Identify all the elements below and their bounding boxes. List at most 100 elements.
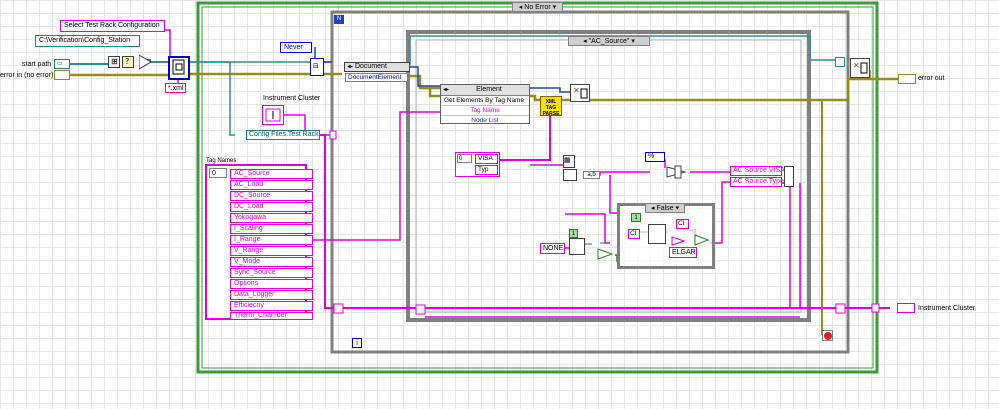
build-path-icon: ⊞ xyxy=(111,57,118,66)
element-node-title: Element xyxy=(476,86,502,93)
load-xml-node[interactable]: ⊟ xyxy=(310,58,324,76)
document-element-property[interactable]: DocumentElement xyxy=(345,73,408,82)
ci-string-constant[interactable]: CI xyxy=(628,229,640,239)
visa-field[interactable]: VISA xyxy=(475,154,498,164)
tag-name-item[interactable]: AC_Source xyxy=(230,169,313,179)
method-arrow-icon: ◂▸ xyxy=(443,86,450,93)
tag-name-item[interactable]: V_Mode xyxy=(230,257,313,267)
config-files-unbundle[interactable]: Config Files.Test Rack xyxy=(246,130,320,140)
close-reference-node[interactable]: ✕ xyxy=(570,84,590,102)
visa-cluster-index[interactable]: 0 xyxy=(457,154,472,163)
string-compare-node[interactable] xyxy=(671,236,686,246)
search-string-node[interactable] xyxy=(569,238,585,255)
format-node-icon xyxy=(666,165,687,179)
false-case-selector-label: False xyxy=(656,205,674,212)
inner-case-selector[interactable]: ◂ "AC_Source" ▾ xyxy=(568,36,650,46)
grid-icon: ▦ xyxy=(564,156,571,164)
close-reference-icon: ✕ xyxy=(573,86,588,99)
close-file-node[interactable]: ✕ xyxy=(850,58,870,78)
error-out-label: error out xyxy=(918,75,945,82)
instrument-cluster-constant[interactable] xyxy=(262,105,284,125)
tag-name-param[interactable]: Tag Name xyxy=(441,106,529,116)
never-ring-constant[interactable]: Never xyxy=(280,42,312,53)
prev-case-icon: ◂ xyxy=(583,37,587,45)
index-array-node[interactable]: ▦ xyxy=(563,155,575,168)
tag-name-item[interactable]: Sync_Source xyxy=(230,268,313,278)
svg-text:✕: ✕ xyxy=(573,86,580,95)
none-string-constant[interactable]: NONE xyxy=(540,243,565,254)
instrument-cluster-terminal[interactable] xyxy=(897,303,915,313)
element-method-name: Get Elements By Tag Name xyxy=(441,96,529,106)
start-path-label: start path xyxy=(22,61,52,68)
tag-names-index[interactable]: 0 xyxy=(209,168,227,178)
path-icon: ▭ xyxy=(57,60,63,67)
next-case-icon: ▾ xyxy=(552,3,557,11)
outer-case-selector[interactable]: ◂ No Error ▾ xyxy=(512,2,563,12)
tag-name-item[interactable]: Options xyxy=(230,279,313,289)
numeric-constant[interactable]: 1 xyxy=(569,229,578,238)
load-icon: ⊟ xyxy=(313,62,319,70)
document-property-node[interactable]: ◂▸ Document xyxy=(344,62,410,72)
start-path-terminal[interactable]: ▭ xyxy=(54,59,70,69)
visa-cluster-constant[interactable]: 0 VISA Typ xyxy=(455,152,500,177)
unbundle-node[interactable] xyxy=(563,169,577,181)
loop-iteration-terminal: i xyxy=(352,338,362,348)
false-case-selector[interactable]: ◂ False ▾ xyxy=(645,203,685,213)
tag-name-item[interactable]: AC_Load xyxy=(230,180,313,190)
xml-tag-parse-subvi[interactable]: XML TAG PARSE xyxy=(540,96,562,117)
path-string-node[interactable]: ? xyxy=(122,56,134,68)
xml-pattern-constant[interactable]: *.xml xyxy=(165,83,186,93)
instrument-cluster-out-label: Instrument Cluster xyxy=(918,305,976,312)
numeric-constant[interactable]: 1 xyxy=(631,213,641,222)
element-invoke-node[interactable]: ◂▸ Element Get Elements By Tag Name Tag … xyxy=(440,84,530,124)
select-node[interactable] xyxy=(138,54,152,70)
node-list-param[interactable]: Node List xyxy=(441,116,529,125)
equal-compare-node[interactable] xyxy=(694,234,710,246)
config-station-path-constant[interactable]: C:\Verification\Config_Station xyxy=(35,35,140,47)
tag-names-array[interactable]: 0 AC_Source AC_Load DC_Source DC_Load Yo… xyxy=(205,164,313,320)
tag-name-item[interactable]: Yokogawa xyxy=(230,213,313,223)
error-out-terminal[interactable] xyxy=(898,74,916,84)
element-node-header: ◂▸ Element xyxy=(441,85,529,96)
file-dialog-express-vi[interactable] xyxy=(168,56,190,80)
inner-case-selector-label: "AC_Source" xyxy=(588,38,630,45)
tag-name-item[interactable]: I_Range xyxy=(230,235,313,245)
elgar-string-constant[interactable]: ELGAR xyxy=(669,247,697,258)
select-config-title-constant[interactable]: Select Test Rack Configuration xyxy=(60,20,165,32)
tag-name-item[interactable]: DC_Source xyxy=(230,191,313,201)
property-arrow-icon: ◂▸ xyxy=(347,63,354,70)
ac-source-type-bundle[interactable]: AC Source.Type xyxy=(730,177,784,187)
tag-name-item[interactable]: DC_Load xyxy=(230,202,313,212)
select-triangle-icon xyxy=(138,54,152,70)
greater-than-icon xyxy=(597,248,614,260)
instrument-cluster-label: Instrument Cluster xyxy=(263,95,321,102)
question-icon: ? xyxy=(125,57,130,66)
tag-name-item[interactable]: Data_Logger xyxy=(230,290,313,300)
tag-name-item[interactable]: Therm_Chamber xyxy=(230,312,313,320)
close-file-icon: ✕ xyxy=(853,61,868,74)
type-field[interactable]: Typ xyxy=(475,165,498,175)
stop-condition-terminal[interactable] xyxy=(822,330,833,341)
svg-text:✕: ✕ xyxy=(853,61,860,70)
tag-name-item[interactable]: I_Scaling xyxy=(230,224,313,234)
match-pattern-node[interactable] xyxy=(648,224,666,244)
bundle-node[interactable] xyxy=(784,166,794,187)
error-in-label: error in (no error) xyxy=(0,72,54,79)
percent-format-constant[interactable]: % xyxy=(645,152,665,162)
format-into-string-node[interactable] xyxy=(665,164,691,180)
build-path-node[interactable]: ⊞ xyxy=(108,56,120,68)
loop-count-terminal: N xyxy=(334,15,344,24)
reference-tunnel xyxy=(835,57,845,67)
error-in-terminal[interactable] xyxy=(54,70,70,80)
dropdown-icon: ▾ xyxy=(631,37,635,45)
ac-source-visa-bundle[interactable]: AC Source.VISA xyxy=(730,166,785,176)
dropdown-icon: ▾ xyxy=(675,204,680,212)
compare-node[interactable] xyxy=(597,248,614,260)
compare-small-icon xyxy=(671,236,686,246)
compare-triangle-icon xyxy=(694,234,710,246)
ci-string-constant[interactable]: CI xyxy=(676,219,689,229)
unbundle-by-name[interactable]: a,b xyxy=(583,171,600,179)
tag-name-item[interactable]: V_Range xyxy=(230,246,313,256)
cluster-icon xyxy=(265,108,281,122)
tag-name-item[interactable]: Efficiecny xyxy=(230,301,313,311)
